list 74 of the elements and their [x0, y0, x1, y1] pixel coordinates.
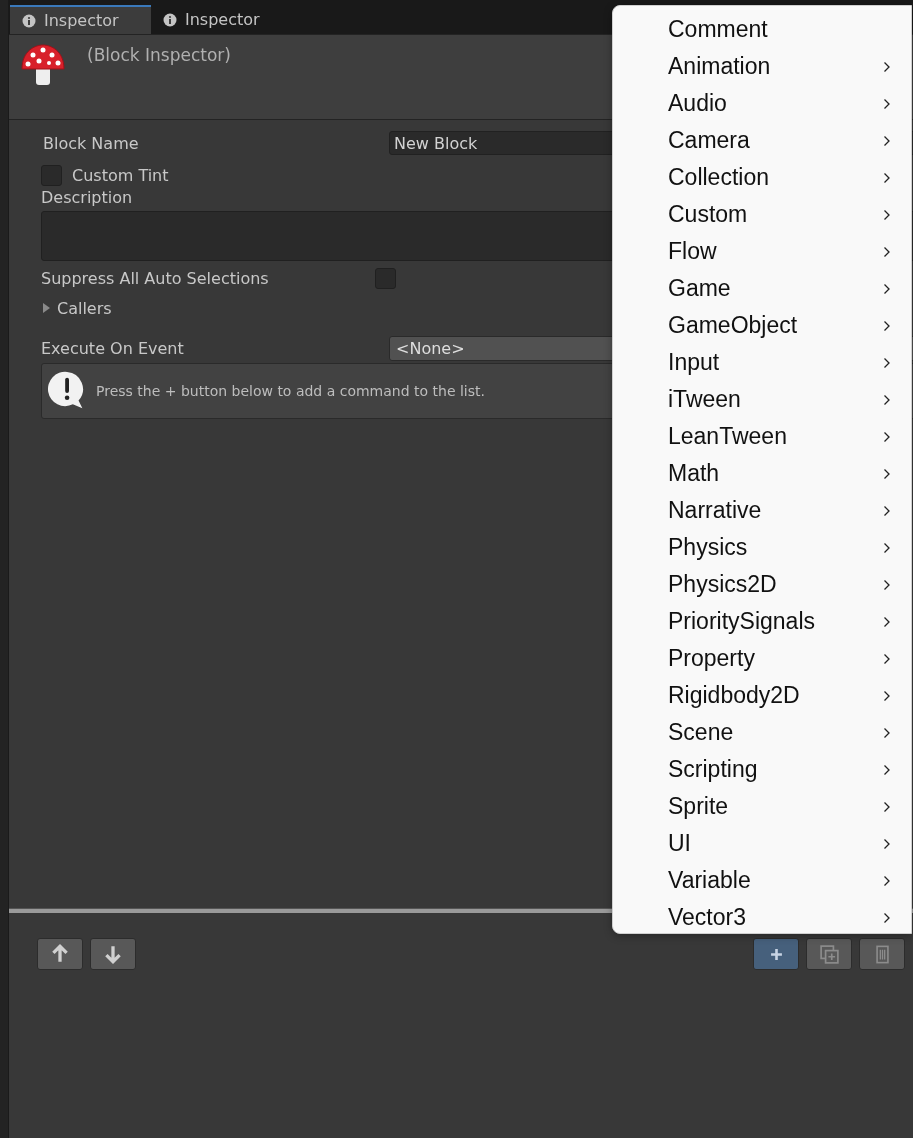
menu-item[interactable]: Camera [613, 122, 911, 159]
menu-item[interactable]: Collection [613, 159, 911, 196]
menu-item[interactable]: Game [613, 270, 911, 307]
triangle-icon [41, 302, 51, 314]
chevron-icon [883, 578, 891, 591]
menu-item[interactable]: Comment [613, 11, 911, 48]
checkbox-label: Custom Tint [72, 165, 169, 185]
chevron-icon [883, 615, 891, 628]
plus-icon [769, 947, 783, 961]
menu-item[interactable]: GameObject [613, 307, 911, 344]
menu-item[interactable]: Sprite [613, 788, 911, 825]
field-label: Block Name [43, 133, 140, 153]
callers-foldout[interactable]: Callers [41, 293, 116, 323]
chevron-icon [883, 171, 891, 184]
chevron-icon [883, 837, 891, 850]
chevron-icon [883, 356, 891, 369]
menu-item[interactable]: Narrative [613, 492, 911, 529]
inspector-tab[interactable]: Inspector [10, 5, 151, 34]
chevron-icon [883, 763, 891, 776]
move-up-button[interactable] [37, 938, 83, 970]
help-text: Press the + button below to add a command to the list. [96, 383, 485, 399]
inspector-tab[interactable]: Inspector [151, 5, 292, 34]
delete-button[interactable] [859, 938, 905, 970]
menu-item[interactable]: PrioritySignals [613, 603, 911, 640]
chevron-icon [883, 282, 891, 295]
duplicate-icon [819, 944, 839, 964]
menu-item[interactable]: Rigidbody2D [613, 677, 911, 714]
menu-item[interactable]: Audio [613, 85, 911, 122]
add-button[interactable] [753, 938, 799, 970]
field-label: Execute On Event [41, 338, 185, 358]
field-label: Suppress All Auto Selections [41, 268, 270, 288]
menu-item[interactable]: LeanTween [613, 418, 911, 455]
menu-item[interactable]: Scene [613, 714, 911, 751]
duplicate-button[interactable] [806, 938, 852, 970]
chevron-icon [883, 911, 891, 924]
menu-item[interactable]: Custom [613, 196, 911, 233]
menu-item[interactable]: Property [613, 640, 911, 677]
trash-icon [875, 944, 889, 964]
chevron-icon [883, 874, 891, 887]
field-label: Description [41, 188, 134, 207]
chevron-icon [883, 726, 891, 739]
inspector-title: (Block Inspector) [87, 45, 231, 65]
menu-item[interactable]: Physics2D [613, 566, 911, 603]
custom-tint-checkbox[interactable] [41, 164, 62, 186]
chevron-icon [883, 652, 891, 665]
arrow-down-icon [102, 943, 124, 965]
menu-item[interactable]: Input [613, 344, 911, 381]
chevron-icon [883, 800, 891, 813]
info-icon [22, 13, 36, 28]
menu-item[interactable]: Animation [613, 48, 911, 85]
menu-item[interactable]: Variable [613, 862, 911, 899]
menu-item[interactable]: iTween [613, 381, 911, 418]
chevron-icon [883, 467, 891, 480]
info-icon [163, 12, 177, 27]
chevron-icon [883, 208, 891, 221]
menu-item[interactable]: Flow [613, 233, 911, 270]
chevron-icon [883, 319, 891, 332]
menu-item[interactable]: Vector3 [613, 899, 911, 936]
chevron-icon [883, 245, 891, 258]
chevron-icon [883, 97, 891, 110]
chevron-icon [883, 504, 891, 517]
chevron-icon [883, 689, 891, 702]
chevron-icon [883, 60, 891, 73]
move-down-button[interactable] [90, 938, 136, 970]
chevron-icon [883, 134, 891, 147]
chevron-icon [883, 541, 891, 554]
suppress-checkbox[interactable] [375, 267, 396, 289]
menu-item[interactable]: Math [613, 455, 911, 492]
arrow-up-icon [49, 943, 71, 965]
chevron-icon [883, 430, 891, 443]
menu-item[interactable]: Physics [613, 529, 911, 566]
menu-item[interactable]: UI [613, 825, 911, 862]
menu-item[interactable]: Scripting [613, 751, 911, 788]
chevron-icon [883, 393, 891, 406]
